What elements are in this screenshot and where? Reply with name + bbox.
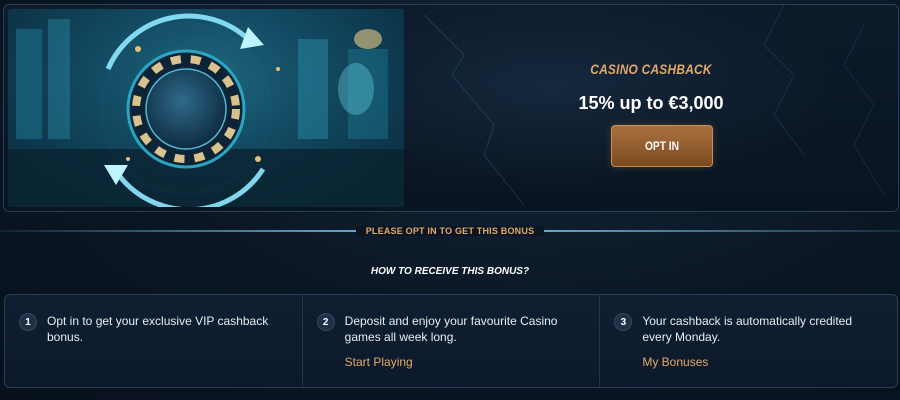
promo-category: CASINO CASHBACK xyxy=(590,61,712,77)
opt-in-notice-text: PLEASE OPT IN TO GET THIS BONUS xyxy=(355,226,545,236)
step-3: 3 Your cashback is automatically credite… xyxy=(600,295,897,387)
step-1: 1 Opt in to get your exclusive VIP cashb… xyxy=(5,295,303,387)
step-description: Opt in to get your exclusive VIP cashbac… xyxy=(47,314,269,344)
how-to-heading: HOW TO RECEIVE THIS BONUS? xyxy=(370,266,530,277)
step-number-badge: 2 xyxy=(316,313,335,331)
step-number-badge: 1 xyxy=(19,313,37,331)
start-playing-link[interactable]: Start Playing xyxy=(345,355,413,369)
step-description: Deposit and enjoy your favourite Casino … xyxy=(344,314,558,344)
step-number-badge: 3 xyxy=(614,313,633,331)
opt-in-button-label: OPT IN xyxy=(644,139,679,153)
cashback-promo-page: CASINO CASHBACK 15% up to €3,000 OPT IN … xyxy=(0,0,900,400)
step-description: Your cashback is automatically credited … xyxy=(642,314,853,344)
opt-in-button[interactable]: OPT IN xyxy=(611,125,713,167)
opt-in-notice: PLEASE OPT IN TO GET THIS BONUS xyxy=(0,226,900,236)
steps-panel: 1 Opt in to get your exclusive VIP cashb… xyxy=(4,294,898,388)
promo-details: CASINO CASHBACK 15% up to €3,000 OPT IN xyxy=(404,5,898,211)
promo-headline: 15% up to €3,000 xyxy=(578,93,724,113)
my-bonuses-link[interactable]: My Bonuses xyxy=(642,355,708,369)
step-2: 2 Deposit and enjoy your favourite Casin… xyxy=(303,295,601,387)
promo-banner: CASINO CASHBACK 15% up to €3,000 OPT IN xyxy=(3,4,899,212)
promo-image xyxy=(8,9,404,207)
